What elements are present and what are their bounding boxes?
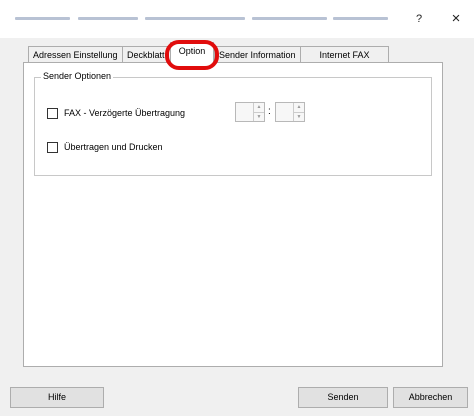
blurred-title: [15, 17, 70, 20]
minute-spinbox[interactable]: ▲ ▼: [275, 102, 305, 122]
transmit-and-print-option[interactable]: Übertragen und Drucken: [47, 140, 163, 154]
delayed-transmission-checkbox[interactable]: [47, 107, 58, 119]
title-bar: ? ×: [0, 0, 474, 38]
delayed-transmission-label: FAX - Verzögerte Übertragung: [64, 108, 186, 118]
blurred-title: [145, 17, 245, 20]
blurred-title: [252, 17, 327, 20]
hour-spin-arrows[interactable]: ▲ ▼: [253, 103, 264, 121]
send-button[interactable]: Senden: [298, 387, 388, 408]
transmit-and-print-checkbox[interactable]: [47, 141, 58, 153]
transmit-and-print-label: Übertragen und Drucken: [64, 142, 163, 152]
hour-spinbox[interactable]: ▲ ▼: [235, 102, 265, 122]
help-icon[interactable]: ?: [405, 8, 433, 30]
close-icon[interactable]: ×: [442, 8, 470, 30]
tab-panel: Sender Optionen FAX - Verzögerte Übertra…: [23, 62, 443, 367]
time-separator: :: [268, 106, 271, 117]
cancel-button[interactable]: Abbrechen: [393, 387, 468, 408]
tab-option[interactable]: Option: [170, 42, 214, 65]
delayed-transmission-option[interactable]: FAX - Verzögerte Übertragung: [47, 106, 185, 120]
blurred-title: [78, 17, 138, 20]
group-title: Sender Optionen: [41, 71, 114, 81]
help-button[interactable]: Hilfe: [10, 387, 104, 408]
minute-spin-arrows[interactable]: ▲ ▼: [293, 103, 304, 121]
dialog-client: Adressen Einstellung Deckblatt Option Se…: [0, 38, 474, 416]
blurred-title: [333, 17, 388, 20]
sender-options-group: Sender Optionen FAX - Verzögerte Übertra…: [34, 71, 432, 176]
